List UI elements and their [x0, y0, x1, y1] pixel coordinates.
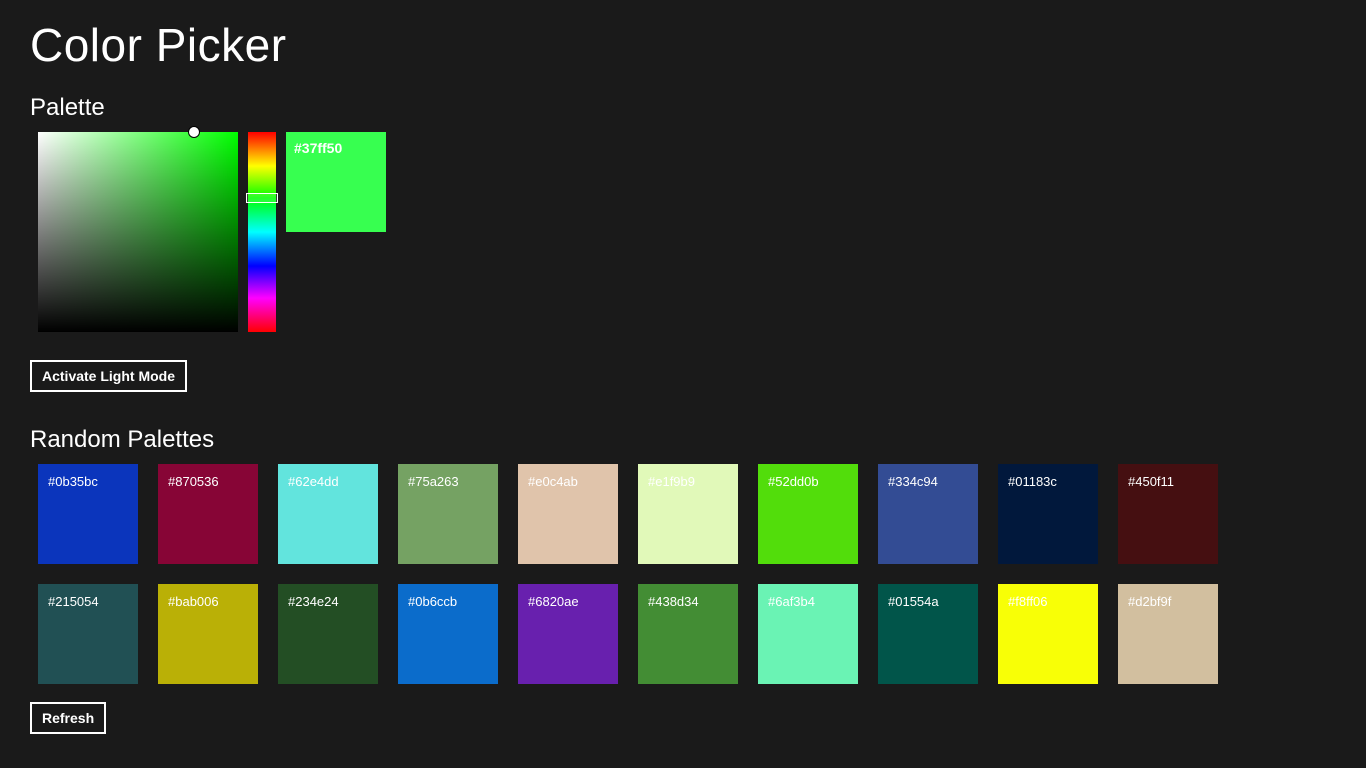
swatch-hex-label: #334c94: [888, 474, 938, 489]
palette-swatch[interactable]: #bab006: [158, 584, 258, 684]
palette-swatch[interactable]: #62e4dd: [278, 464, 378, 564]
hue-slider[interactable]: [248, 132, 276, 332]
palette-swatch[interactable]: #52dd0b: [758, 464, 858, 564]
palette-swatch[interactable]: #0b6ccb: [398, 584, 498, 684]
swatch-hex-label: #62e4dd: [288, 474, 339, 489]
swatch-hex-label: #d2bf9f: [1128, 594, 1171, 609]
current-hex-label: #37ff50: [294, 140, 342, 156]
palette-swatch[interactable]: #0b35bc: [38, 464, 138, 564]
palette-swatch[interactable]: #e1f9b9: [638, 464, 738, 564]
current-color-swatch: #37ff50: [286, 132, 386, 232]
random-palette-grid: #0b35bc #870536 #62e4dd #75a263 #e0c4ab #e1f9…: [38, 464, 1336, 684]
swatch-hex-label: #01183c: [1008, 474, 1057, 489]
random-heading: Random Palettes: [30, 426, 1336, 454]
swatch-hex-label: #215054: [48, 594, 99, 609]
activate-light-mode-button[interactable]: Activate Light Mode: [30, 360, 187, 392]
swatch-hex-label: #52dd0b: [768, 474, 819, 489]
swatch-hex-label: #0b6ccb: [408, 594, 457, 609]
palette-swatch[interactable]: #334c94: [878, 464, 978, 564]
palette-swatch[interactable]: #01554a: [878, 584, 978, 684]
sv-marker-icon[interactable]: [189, 127, 199, 137]
palette-swatch[interactable]: #01183c: [998, 464, 1098, 564]
palette-swatch[interactable]: #438d34: [638, 584, 738, 684]
swatch-hex-label: #e0c4ab: [528, 474, 578, 489]
palette-swatch[interactable]: #234e24: [278, 584, 378, 684]
swatch-hex-label: #f8ff06: [1008, 594, 1048, 609]
palette-heading: Palette: [30, 94, 1336, 122]
palette-swatch[interactable]: #e0c4ab: [518, 464, 618, 564]
swatch-hex-label: #870536: [168, 474, 219, 489]
palette-swatch[interactable]: #6af3b4: [758, 584, 858, 684]
swatch-hex-label: #234e24: [288, 594, 339, 609]
swatch-hex-label: #0b35bc: [48, 474, 98, 489]
palette-swatch[interactable]: #d2bf9f: [1118, 584, 1218, 684]
palette-swatch[interactable]: #6820ae: [518, 584, 618, 684]
swatch-hex-label: #6820ae: [528, 594, 579, 609]
swatch-hex-label: #01554a: [888, 594, 939, 609]
palette-swatch[interactable]: #870536: [158, 464, 258, 564]
palette-swatch[interactable]: #f8ff06: [998, 584, 1098, 684]
palette-swatch[interactable]: #75a263: [398, 464, 498, 564]
saturation-value-picker[interactable]: [38, 132, 238, 332]
swatch-hex-label: #bab006: [168, 594, 219, 609]
swatch-hex-label: #e1f9b9: [648, 474, 695, 489]
swatch-hex-label: #6af3b4: [768, 594, 815, 609]
palette-swatch[interactable]: #215054: [38, 584, 138, 684]
page-title: Color Picker: [30, 18, 1336, 72]
palette-controls: #37ff50: [38, 132, 1336, 332]
palette-swatch[interactable]: #450f11: [1118, 464, 1218, 564]
swatch-hex-label: #450f11: [1128, 474, 1174, 489]
sv-black-layer: [38, 132, 238, 332]
swatch-hex-label: #75a263: [408, 474, 459, 489]
hue-marker-icon[interactable]: [246, 193, 278, 203]
swatch-hex-label: #438d34: [648, 594, 699, 609]
refresh-button[interactable]: Refresh: [30, 702, 106, 734]
